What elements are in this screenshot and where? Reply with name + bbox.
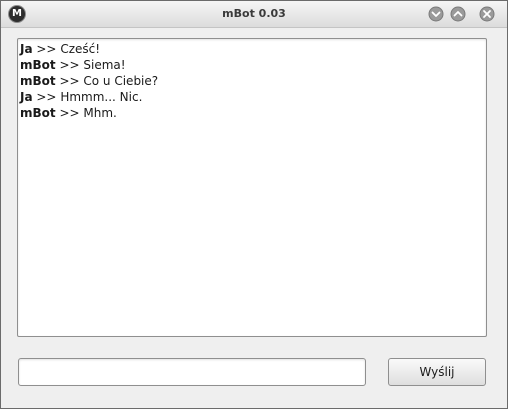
close-icon [479,6,495,22]
message-sender: mBot [20,74,56,88]
chat-message: mBot >> Siema! [20,57,484,73]
message-separator: >> [55,74,84,88]
message-text: Mhm. [83,106,117,120]
maximize-icon [450,6,466,22]
close-button[interactable] [479,6,495,22]
message-separator: >> [55,58,84,72]
message-sender: mBot [20,106,56,120]
chat-message: mBot >> Mhm. [20,105,484,121]
chat-message: Ja >> Cześć! [20,41,484,57]
message-text: Hmmm... Nic. [60,90,143,104]
message-text: Co u Ciebie? [83,74,159,88]
maximize-button[interactable] [450,6,466,22]
send-button[interactable]: Wyślij [388,358,486,386]
message-separator: >> [32,90,61,104]
message-text: Siema! [83,58,126,72]
minimize-icon [428,6,444,22]
message-sender: Ja [20,90,33,104]
chat-message: Ja >> Hmmm... Nic. [20,89,484,105]
message-separator: >> [55,106,84,120]
message-separator: >> [32,42,61,56]
message-text: Cześć! [60,42,101,56]
message-input[interactable] [18,358,366,386]
message-sender: Ja [20,42,33,56]
app-window: M mBot 0.03 Ja >> Cześć! mBot >> Siema! mB… [0,0,508,409]
chat-message: mBot >> Co u Ciebie? [20,73,484,89]
title-bar[interactable]: M mBot 0.03 [1,1,507,28]
message-sender: mBot [20,58,56,72]
minimize-button[interactable] [428,6,444,22]
chat-log[interactable]: Ja >> Cześć! mBot >> Siema! mBot >> Co u C… [17,38,487,337]
